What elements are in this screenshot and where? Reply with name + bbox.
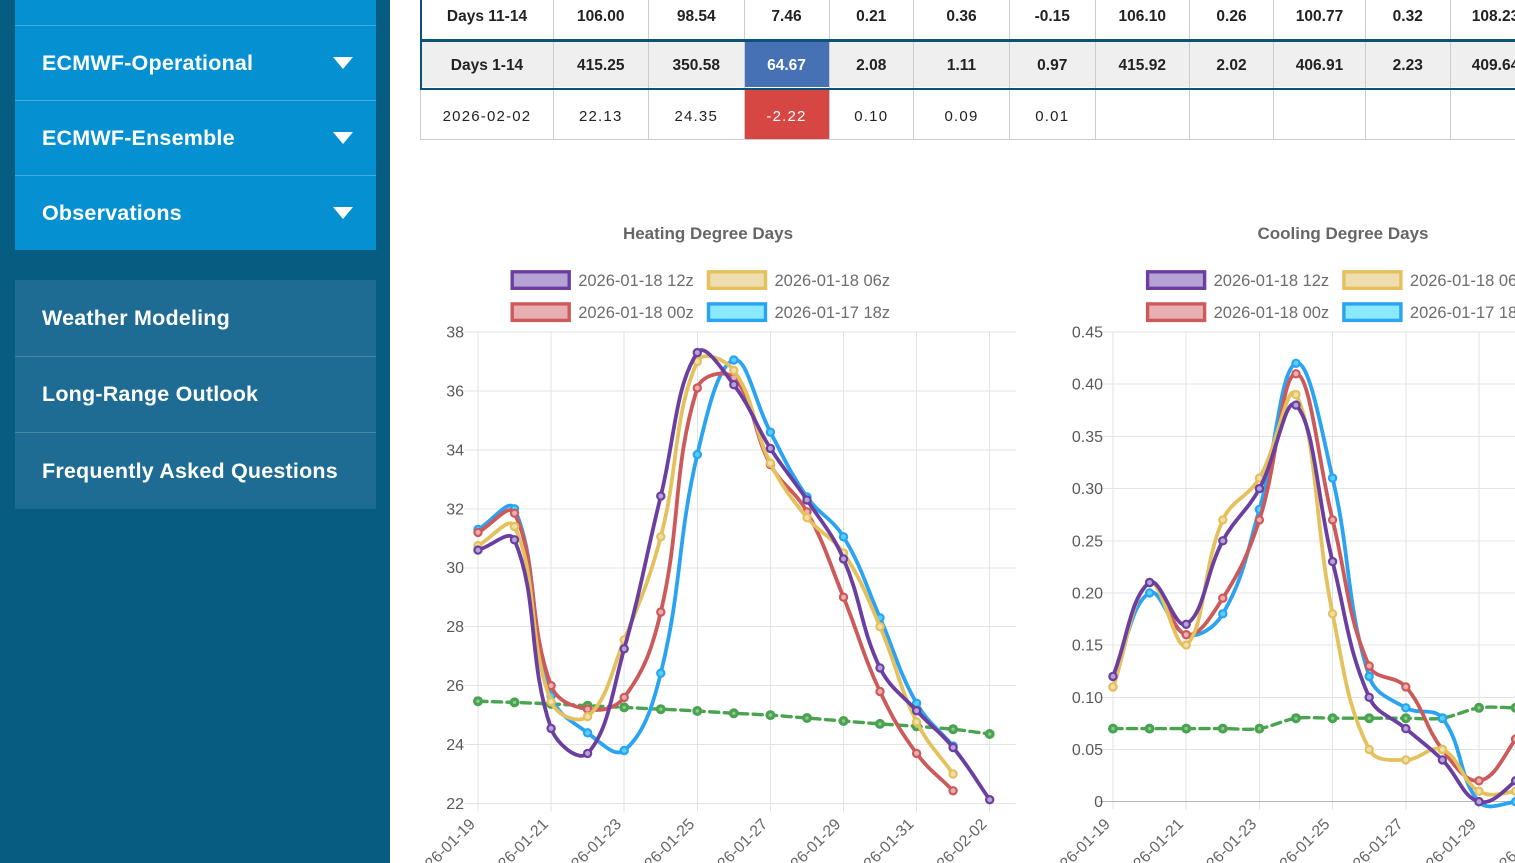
- svg-text:Heating Degree Days: Heating Degree Days: [623, 224, 793, 243]
- svg-text:24: 24: [446, 737, 464, 754]
- svg-text:0.40: 0.40: [1072, 377, 1103, 394]
- svg-text:2026-01-27: 2026-01-27: [1337, 816, 1406, 863]
- svg-text:38: 38: [446, 325, 464, 342]
- svg-text:26: 26: [446, 678, 464, 695]
- svg-text:2026-01-18 12z: 2026-01-18 12z: [1214, 272, 1330, 290]
- svg-text:0: 0: [1094, 794, 1103, 811]
- svg-text:2026-01-25: 2026-01-25: [1264, 816, 1333, 863]
- svg-text:2026-01-19: 2026-01-19: [410, 816, 479, 863]
- svg-text:2026-01-18 00z: 2026-01-18 00z: [1214, 304, 1330, 322]
- svg-text:2026-01-19: 2026-01-19: [1045, 816, 1114, 863]
- svg-text:22: 22: [446, 796, 464, 813]
- svg-text:0.30: 0.30: [1072, 481, 1103, 498]
- svg-text:0.25: 0.25: [1072, 533, 1103, 550]
- svg-text:34: 34: [446, 442, 464, 459]
- svg-text:0.35: 0.35: [1072, 429, 1103, 446]
- svg-text:2026-01-29: 2026-01-29: [1411, 816, 1480, 863]
- svg-text:0.45: 0.45: [1072, 325, 1103, 342]
- svg-text:32: 32: [446, 501, 464, 518]
- svg-text:2026-01-18 12z: 2026-01-18 12z: [578, 272, 694, 290]
- svg-text:2026-01-18 00z: 2026-01-18 00z: [578, 304, 694, 322]
- svg-text:2026-01-21: 2026-01-21: [1118, 816, 1187, 863]
- svg-text:0.10: 0.10: [1072, 690, 1103, 707]
- svg-text:2026-01-17 18z: 2026-01-17 18z: [775, 304, 891, 322]
- svg-text:28: 28: [446, 619, 464, 636]
- svg-text:2026-01-18 06z: 2026-01-18 06z: [1410, 272, 1515, 290]
- svg-text:36: 36: [446, 383, 464, 400]
- svg-text:2026-01-29: 2026-01-29: [775, 816, 844, 863]
- svg-text:0.05: 0.05: [1072, 742, 1103, 759]
- svg-text:Cooling Degree Days: Cooling Degree Days: [1258, 224, 1429, 243]
- svg-text:2026-02-02: 2026-02-02: [921, 816, 990, 863]
- svg-text:2026-01-18 06z: 2026-01-18 06z: [775, 272, 891, 290]
- svg-text:2026-01-23: 2026-01-23: [1191, 816, 1260, 863]
- svg-text:2026-01-27: 2026-01-27: [702, 816, 771, 863]
- svg-text:2026-01-31: 2026-01-31: [1484, 816, 1515, 863]
- svg-text:0.15: 0.15: [1072, 638, 1103, 655]
- svg-text:2026-01-31: 2026-01-31: [848, 816, 917, 863]
- svg-text:30: 30: [446, 560, 464, 577]
- svg-text:2026-01-25: 2026-01-25: [629, 816, 698, 863]
- svg-text:2026-01-17 18z: 2026-01-17 18z: [1410, 304, 1515, 322]
- svg-text:0.20: 0.20: [1072, 585, 1103, 602]
- svg-text:2026-01-21: 2026-01-21: [483, 816, 552, 863]
- svg-text:2026-01-23: 2026-01-23: [556, 816, 625, 863]
